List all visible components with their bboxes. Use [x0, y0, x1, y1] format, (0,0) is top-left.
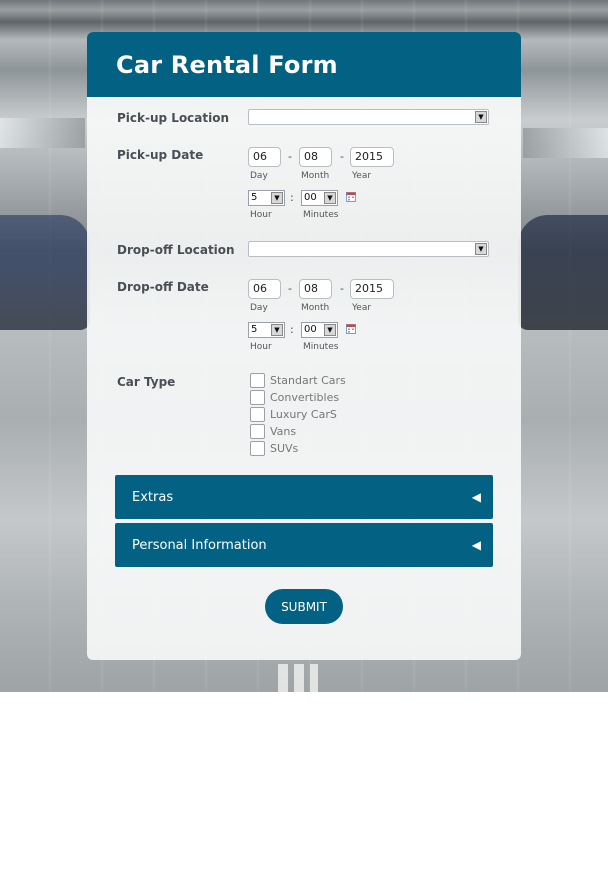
dropoff-minutes-value: 00 [304, 324, 317, 335]
collapse-arrow-icon: ◀ [471, 538, 481, 552]
checkbox[interactable] [250, 424, 265, 439]
date-separator: - [288, 282, 292, 295]
car-type-option-suvs[interactable]: SUVs [250, 441, 298, 456]
dropoff-day-input[interactable]: 06 [248, 279, 281, 299]
extras-section-label: Extras [132, 489, 174, 505]
hour-sublabel: Hour [250, 342, 272, 352]
pickup-minutes-value: 00 [304, 192, 317, 203]
time-separator: : [290, 323, 294, 336]
dropoff-location-label: Drop-off Location [117, 243, 235, 257]
year-sublabel: Year [352, 171, 372, 181]
car-type-option-convertibles[interactable]: Convertibles [250, 390, 339, 405]
time-separator: : [290, 191, 294, 204]
checkbox[interactable] [250, 373, 265, 388]
day-sublabel: Day [250, 171, 268, 181]
pickup-year-input[interactable]: 2015 [350, 147, 394, 167]
date-separator: - [340, 150, 344, 163]
calendar-icon[interactable] [346, 324, 356, 334]
collapse-arrow-icon: ◀ [471, 490, 481, 504]
lane-marking [278, 664, 318, 692]
car-type-option-luxury-cars[interactable]: Luxury CarS [250, 407, 337, 422]
pickup-hour-select[interactable]: 5 ▼ [248, 190, 285, 206]
pickup-minutes-select[interactable]: 00 ▼ [301, 190, 338, 206]
pickup-location-label: Pick-up Location [117, 111, 230, 125]
personal-information-section-label: Personal Information [132, 537, 267, 553]
dropdown-arrow-icon[interactable]: ▼ [271, 324, 283, 336]
dropoff-date-label: Drop-off Date [117, 280, 209, 294]
pickup-location-select[interactable]: ▼ [248, 109, 489, 125]
dropdown-arrow-icon[interactable]: ▼ [475, 111, 487, 123]
checkbox[interactable] [250, 407, 265, 422]
day-sublabel: Day [250, 303, 268, 313]
submit-button[interactable]: SUBMIT [265, 589, 343, 624]
checkbox-label: Standart Cars [270, 374, 346, 387]
dropoff-hour-value: 5 [251, 324, 258, 335]
form-header: Car Rental Form [87, 32, 521, 97]
parked-car [518, 215, 608, 330]
dropdown-arrow-icon[interactable]: ▼ [324, 324, 336, 336]
pickup-date-label: Pick-up Date [117, 148, 204, 162]
checkbox[interactable] [250, 390, 265, 405]
checkbox-label: Vans [270, 425, 297, 438]
ceiling-light [0, 118, 85, 148]
personal-information-section-toggle[interactable]: Personal Information ◀ [115, 523, 493, 567]
month-sublabel: Month [301, 171, 330, 181]
calendar-icon[interactable] [346, 192, 356, 202]
dropoff-year-input[interactable]: 2015 [350, 279, 394, 299]
pickup-day-input[interactable]: 06 [248, 147, 281, 167]
month-sublabel: Month [301, 303, 330, 313]
car-type-label: Car Type [117, 375, 176, 389]
minutes-sublabel: Minutes [303, 210, 339, 220]
dropdown-arrow-icon[interactable]: ▼ [271, 192, 283, 204]
checkbox-label: SUVs [270, 442, 299, 455]
checkbox-label: Luxury CarS [270, 408, 337, 421]
date-separator: - [340, 282, 344, 295]
dropoff-hour-select[interactable]: 5 ▼ [248, 322, 285, 338]
ceiling-light [523, 128, 608, 158]
pickup-month-input[interactable]: 08 [299, 147, 332, 167]
checkbox[interactable] [250, 441, 265, 456]
dropoff-minutes-select[interactable]: 00 ▼ [301, 322, 338, 338]
dropoff-location-select[interactable]: ▼ [248, 241, 489, 257]
hour-sublabel: Hour [250, 210, 272, 220]
minutes-sublabel: Minutes [303, 342, 339, 352]
car-rental-form: Car Rental Form Pick-up Location ▼ Pick-… [87, 32, 521, 660]
parked-car [0, 215, 90, 330]
dropdown-arrow-icon[interactable]: ▼ [324, 192, 336, 204]
dropdown-arrow-icon[interactable]: ▼ [475, 243, 487, 255]
dropoff-month-input[interactable]: 08 [299, 279, 332, 299]
car-type-option-standart-cars[interactable]: Standart Cars [250, 373, 346, 388]
pickup-hour-value: 5 [251, 192, 258, 203]
form-title: Car Rental Form [116, 50, 338, 79]
date-separator: - [288, 150, 292, 163]
car-type-option-vans[interactable]: Vans [250, 424, 296, 439]
year-sublabel: Year [352, 303, 372, 313]
extras-section-toggle[interactable]: Extras ◀ [115, 475, 493, 519]
checkbox-label: Convertibles [270, 391, 340, 404]
